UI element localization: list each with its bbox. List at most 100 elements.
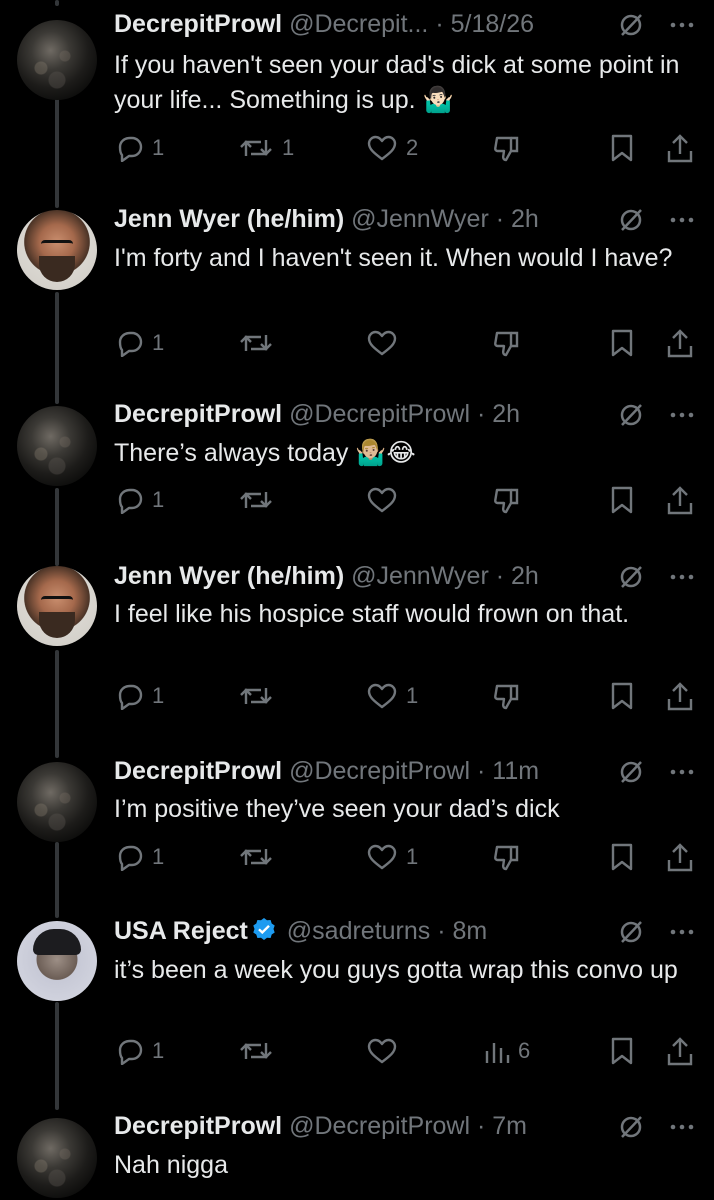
grok-icon[interactable] [618,1114,644,1140]
more-icon[interactable] [670,21,694,29]
timestamp[interactable]: 5/18/26 [451,10,534,38]
tweet[interactable]: DecrepitProwl @DecrepitProwl · 7m Nah ni… [0,1112,714,1200]
like-button[interactable]: 1 [366,682,418,710]
tweet[interactable]: Jenn Wyer (he/him) @JennWyer · 2h I feel… [0,562,714,732]
reply-button[interactable]: 1 [114,486,164,514]
like-button[interactable]: 2 [366,134,418,162]
like-button[interactable] [366,329,406,357]
bookmark-button[interactable] [610,134,634,162]
reply-button[interactable]: 1 [114,134,164,162]
tweet[interactable]: DecrepitProwl @DecrepitProwl · 2h There’… [0,400,714,535]
share-button[interactable] [666,486,694,516]
dislike-button[interactable] [492,134,522,164]
grok-icon[interactable] [618,759,644,785]
like-button[interactable] [366,486,406,514]
reply-icon [118,488,143,514]
author-name[interactable]: USA Reject [114,917,248,945]
repost-button[interactable] [238,843,282,871]
bookmark-button[interactable] [610,843,634,871]
author-handle[interactable]: @JennWyer [351,205,489,233]
timestamp[interactable]: 2h [511,205,539,233]
avatar[interactable] [17,20,97,100]
bookmark-icon [611,843,633,871]
author-handle[interactable]: @DecrepitProwl [289,757,470,785]
grok-icon[interactable] [618,919,644,945]
repost-button[interactable] [238,486,282,514]
share-button[interactable] [666,682,694,712]
bookmark-button[interactable] [610,486,634,514]
author-name[interactable]: DecrepitProwl [114,1112,282,1140]
author-name[interactable]: DecrepitProwl [114,10,282,38]
bookmark-button[interactable] [610,1037,634,1065]
share-button[interactable] [666,843,694,873]
bookmark-button[interactable] [610,682,634,710]
avatar[interactable] [17,210,97,290]
avatar[interactable] [17,1118,97,1198]
reply-button[interactable]: 1 [114,1037,164,1065]
tweet[interactable]: Jenn Wyer (he/him) @JennWyer · 2h I'm fo… [0,205,714,375]
more-icon[interactable] [670,411,694,419]
like-button[interactable]: 1 [366,843,418,871]
share-button[interactable] [666,329,694,359]
avatar[interactable] [17,566,97,646]
author-handle[interactable]: @DecrepitProwl [289,400,470,428]
avatar[interactable] [17,921,97,1001]
verified-badge-icon [252,917,276,948]
like-count: 1 [406,844,419,869]
share-button[interactable] [666,134,694,164]
share-icon [667,843,693,872]
repost-button[interactable]: 1 [238,134,294,162]
grok-icon[interactable] [618,564,644,590]
more-icon[interactable] [670,768,694,776]
separator: · [470,1112,493,1140]
dislike-button[interactable] [492,486,522,516]
reply-button[interactable]: 1 [114,843,164,871]
more-icon[interactable] [670,216,694,224]
repost-button[interactable] [238,1037,282,1065]
author-name[interactable]: DecrepitProwl [114,757,282,785]
grok-icon[interactable] [618,207,644,233]
reply-icon [118,1039,143,1065]
timestamp[interactable]: 11m [492,757,539,785]
reply-button[interactable]: 1 [114,682,164,710]
timestamp[interactable]: 2h [511,562,539,590]
more-icon[interactable] [670,573,694,581]
views-button[interactable]: 6 [484,1037,530,1065]
share-button[interactable] [666,1037,694,1067]
author-name[interactable]: Jenn Wyer (he/him) [114,205,344,233]
tweet[interactable]: DecrepitProwl @Decrepit... · 5/18/26 If … [0,10,714,180]
timestamp[interactable]: 8m [453,917,488,945]
like-icon [367,487,397,513]
more-icon[interactable] [670,1123,694,1131]
repost-button[interactable] [238,682,282,710]
author-handle[interactable]: @JennWyer [351,562,489,590]
author-handle[interactable]: @sadreturns [287,917,431,945]
like-icon [367,330,397,356]
timestamp[interactable]: 7m [492,1112,527,1140]
separator: · [428,10,451,38]
author-name[interactable]: Jenn Wyer (he/him) [114,562,344,590]
avatar[interactable] [17,406,97,486]
reply-button[interactable]: 1 [114,329,164,357]
author-handle[interactable]: @Decrepit... [289,10,428,38]
reply-icon [118,684,143,710]
like-button[interactable] [366,1037,406,1065]
bookmark-icon [611,682,633,710]
action-bar: 1 [114,486,694,516]
tweet[interactable]: USA Reject @sadreturns · 8m it’s been a … [0,917,714,1087]
more-icon[interactable] [670,928,694,936]
dislike-button[interactable] [492,682,522,712]
grok-icon[interactable] [618,402,644,428]
bookmark-button[interactable] [610,329,634,357]
dislike-button[interactable] [492,843,522,873]
author-handle[interactable]: @DecrepitProwl [289,1112,470,1140]
author-name[interactable]: DecrepitProwl [114,400,282,428]
avatar[interactable] [17,762,97,842]
repost-button[interactable] [238,329,282,357]
tweet-header: Jenn Wyer (he/him) @JennWyer · 2h [114,562,694,602]
dislike-button[interactable] [492,329,522,359]
timestamp[interactable]: 2h [492,400,520,428]
grok-icon[interactable] [618,12,644,38]
tweet[interactable]: DecrepitProwl @DecrepitProwl · 11m I’m p… [0,757,714,892]
reply-icon [118,136,143,162]
